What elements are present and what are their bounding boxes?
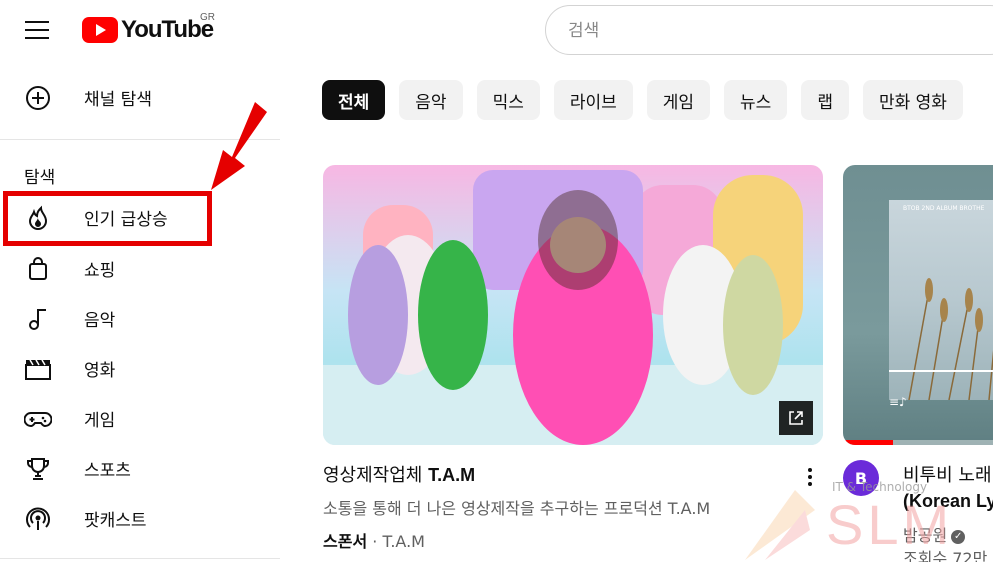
sidebar-item-label: 영화 (84, 360, 116, 381)
chip-all[interactable]: 전체 (322, 80, 386, 120)
channel-name-text: 밤공원 (903, 526, 948, 545)
video-title[interactable]: 영상제작업체 T.A.M (323, 461, 475, 487)
youtube-play-icon (82, 17, 118, 43)
video-meta: 스폰서 · T.A.M (323, 528, 425, 552)
video-card: 영상제작업체 T.A.M 소통을 통해 더 나은 영상제작을 추구하는 프로덕션… (323, 165, 823, 551)
sidebar-item-label: 음악 (84, 310, 116, 331)
sidebar-item-movies[interactable]: 영화 (0, 344, 280, 392)
sidebar-item-label: 인기 급상승 (84, 209, 168, 230)
thumbnail-image (323, 170, 823, 445)
chip-news[interactable]: 뉴스 (724, 80, 788, 120)
masthead: YouTube GR (0, 0, 993, 60)
trophy-icon (24, 455, 52, 483)
search-box[interactable] (545, 5, 993, 55)
chip-mix[interactable]: 믹스 (476, 80, 540, 120)
country-code: GR (200, 12, 215, 23)
video-title-bold: T.A.M (428, 465, 476, 485)
trending-flame-icon (24, 204, 52, 232)
podcast-icon (24, 505, 52, 533)
album-text: BTOB 2ND ALBUM BROTHE (903, 205, 985, 212)
video-title-text: 영상제작업체 (323, 465, 429, 486)
search-input[interactable] (568, 18, 968, 44)
video-thumbnail[interactable]: BTOB 2ND ALBUM BROTHE ≡♪ (843, 165, 993, 445)
watch-progress-bar (843, 440, 893, 445)
open-external-icon[interactable] (779, 401, 813, 435)
channel-avatar[interactable]: B (843, 460, 879, 496)
view-count: 조회수 72만 (903, 549, 988, 562)
chip-live[interactable]: 라이브 (553, 80, 633, 120)
add-circle-icon (24, 84, 52, 112)
sidebar-item-label: 채널 탐색 (84, 89, 152, 110)
channel-name[interactable]: T.A.M (382, 532, 425, 551)
video-description: 소통을 통해 더 나은 영상제작을 추구하는 프로덕션 T.A.M (323, 499, 711, 518)
sidebar-item-label: 팟캐스트 (84, 510, 147, 531)
sidebar-item-music[interactable]: 음악 (0, 294, 280, 342)
youtube-logo[interactable]: YouTube (82, 14, 214, 46)
thumbnail-line (889, 370, 993, 372)
annotation-arrow-icon (211, 102, 267, 190)
shopping-bag-icon (24, 255, 52, 283)
music-note-icon (24, 305, 52, 333)
music-list-icon: ≡♪ (889, 395, 907, 409)
channel-name[interactable]: 밤공원 ✓ (903, 522, 966, 546)
video-thumbnail[interactable] (323, 165, 823, 445)
menu-hamburger-icon[interactable] (22, 16, 52, 44)
sidebar-item-label: 쇼핑 (84, 260, 116, 281)
gamepad-icon (24, 405, 52, 433)
video-card: BTOB 2ND ALBUM BROTHE ≡♪ B 비투비 노래 (Korea… (843, 165, 993, 562)
sponsor-label: 스폰서 (323, 532, 368, 551)
chip-gaming[interactable]: 게임 (646, 80, 711, 120)
sidebar-item-trending[interactable]: 인기 급상승 (0, 193, 280, 241)
video-title[interactable]: 비투비 노래 (903, 461, 992, 487)
chip-rap[interactable]: 랩 (801, 80, 849, 120)
meta-separator: · (367, 532, 383, 551)
chip-music[interactable]: 음악 (399, 80, 463, 120)
verified-check-icon: ✓ (951, 529, 966, 544)
more-actions-icon[interactable] (800, 463, 820, 491)
sidebar-item-podcasts[interactable]: 팟캐스트 (0, 494, 280, 542)
explore-heading: 탐색 (24, 168, 56, 188)
clapperboard-icon (24, 355, 52, 383)
video-title-line2[interactable]: (Korean Ly (903, 491, 993, 512)
sidebar-divider (0, 558, 280, 559)
filter-chips-bar: 전체 음악 믹스 라이브 게임 뉴스 랩 만화 영화 (322, 80, 963, 120)
sidebar-item-label: 스포츠 (84, 460, 131, 481)
sidebar-item-gaming[interactable]: 게임 (0, 394, 280, 442)
chip-animation[interactable]: 만화 영화 (862, 80, 963, 120)
sidebar-item-sports[interactable]: 스포츠 (0, 444, 280, 492)
sidebar-item-shopping[interactable]: 쇼핑 (0, 244, 280, 292)
sidebar-item-label: 게임 (84, 410, 116, 431)
